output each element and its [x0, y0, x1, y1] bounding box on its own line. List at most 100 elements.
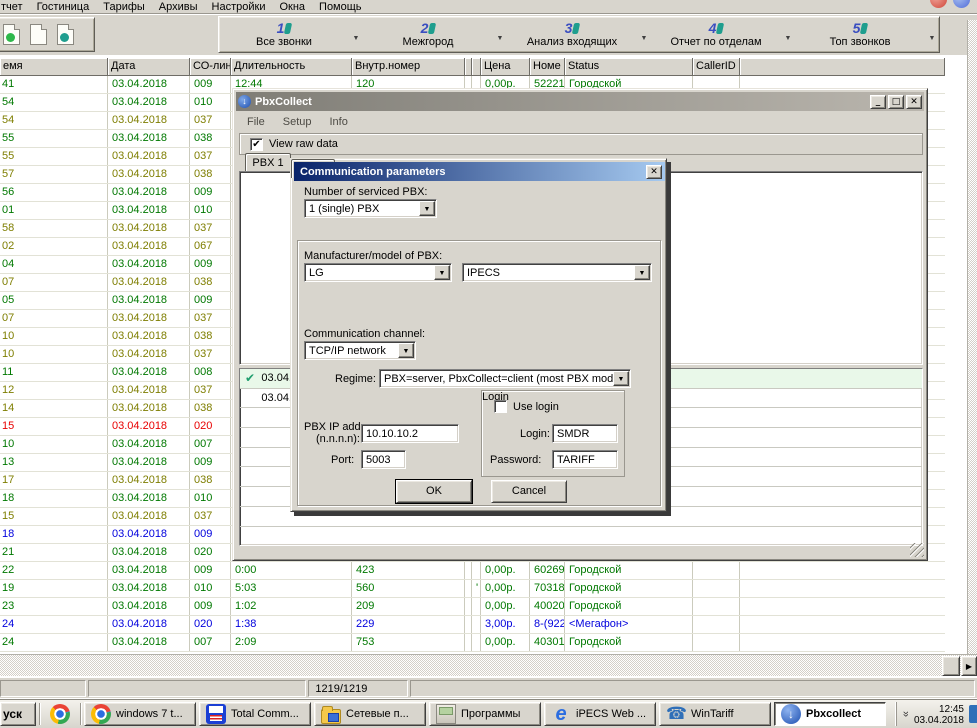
report-button[interactable]: 5Топ звонков	[795, 17, 925, 52]
manufacturer-select[interactable]: LG▼	[304, 263, 452, 282]
report-dropdown-arrow-icon[interactable]: ▼	[637, 27, 651, 42]
pbx-menu-item[interactable]: Setup	[283, 116, 312, 128]
resize-grip[interactable]	[910, 543, 924, 557]
ie-icon	[551, 704, 571, 724]
menubar-item[interactable]: Настройки	[205, 1, 273, 13]
column-header-ext[interactable]: Внутр.номер	[352, 58, 465, 76]
copy-report-icon[interactable]	[30, 24, 47, 45]
cell-date: 03.04.2018	[108, 616, 190, 633]
number-of-pbx-select[interactable]: 1 (single) PBX▼	[304, 199, 437, 218]
column-header-t2[interactable]	[472, 58, 481, 76]
pbxcollect-titlebar[interactable]: ↓ PbxCollect _ □ ✕	[236, 92, 924, 111]
start-button[interactable]: уск	[0, 702, 36, 726]
taskbar-button-folder[interactable]: Сетевые п...	[314, 702, 426, 726]
port-input[interactable]: 5003	[361, 450, 406, 469]
table-row[interactable]: 1903.04.20180105:03560'0,00р.70318Городс…	[0, 580, 945, 598]
report-button[interactable]: 2Межгород	[363, 17, 493, 52]
cell-date: 03.04.2018	[108, 508, 190, 525]
password-input[interactable]: TARIFF	[552, 450, 618, 469]
column-header-status[interactable]: Status	[565, 58, 693, 76]
cell-time: 13	[0, 454, 108, 471]
scrollbar-thumb[interactable]	[942, 656, 960, 676]
pbx-menu-item[interactable]: File	[247, 116, 265, 128]
report-dropdown-arrow-icon[interactable]: ▼	[349, 27, 363, 42]
table-row[interactable]: 2303.04.20180091:022090,00р.40020Городск…	[0, 598, 945, 616]
taskbar-button-box[interactable]: Программы	[429, 702, 541, 726]
cell-status: Городской	[565, 562, 693, 579]
model-select[interactable]: IPECS▼	[462, 263, 652, 282]
cell-t1	[465, 580, 472, 597]
column-header-date[interactable]: Дата	[108, 58, 190, 76]
column-header-line[interactable]: СО-лин	[190, 58, 231, 76]
scrollbar-right-arrow-icon[interactable]: ▶	[961, 656, 977, 676]
cell-line: 038	[190, 472, 231, 489]
pbx-maximize-icon[interactable]: □	[888, 95, 904, 109]
pbx-minimize-icon[interactable]: _	[870, 95, 886, 109]
table-row[interactable]: 2203.04.20180090:004230,00р.60269Городск…	[0, 562, 945, 580]
chevron-down-icon[interactable]: ▼	[434, 265, 450, 280]
report-button[interactable]: 1Все звонки	[219, 17, 349, 52]
hidden-icons-chevron-icon[interactable]: «	[900, 711, 912, 717]
cell-line: 038	[190, 166, 231, 183]
chevron-down-icon[interactable]: ▼	[398, 343, 414, 358]
chevron-down-icon[interactable]: ▼	[634, 265, 650, 280]
chevron-down-icon[interactable]: ▼	[613, 371, 629, 386]
taskbar-button-chrome[interactable]: windows 7 t...	[84, 702, 196, 726]
cell-caller	[693, 634, 740, 651]
print-report-icon[interactable]	[57, 24, 74, 45]
cell-price: 0,00р.	[481, 562, 530, 579]
cancel-button[interactable]: Cancel	[491, 480, 567, 503]
report-dropdown-arrow-icon[interactable]: ▼	[925, 27, 939, 42]
view-raw-data-checkbox[interactable]: ✔	[250, 138, 263, 151]
new-report-icon[interactable]	[3, 24, 20, 45]
menubar-item[interactable]: Гостиница	[30, 1, 97, 13]
taskbar-button-phone[interactable]: WinTariff	[659, 702, 771, 726]
column-header-price[interactable]: Цена	[481, 58, 530, 76]
pbxcollect-app-icon: ↓	[238, 95, 251, 108]
taskbar-divider	[80, 703, 81, 725]
channel-select[interactable]: TCP/IP network▼	[304, 341, 416, 360]
pbx-menu-item[interactable]: Info	[329, 116, 347, 128]
dialog-title: Communication parameters	[300, 166, 644, 178]
taskbar-button-pbx[interactable]: Pbxcollect	[774, 702, 886, 726]
column-header-t1[interactable]	[465, 58, 472, 76]
table-row[interactable]: 2403.04.20180072:097530,00р.40301Городск…	[0, 634, 945, 652]
column-header-dur[interactable]: Длительность	[231, 58, 352, 76]
menubar-item[interactable]: Архивы	[152, 1, 205, 13]
quick-launch-chrome-icon[interactable]	[43, 702, 77, 726]
column-header-fill[interactable]	[740, 58, 945, 76]
cell-ext: 209	[352, 598, 465, 615]
report-button[interactable]: 3Анализ входящих	[507, 17, 637, 52]
cell-time: 54	[0, 94, 108, 111]
horizontal-scrollbar[interactable]: ▶	[0, 654, 977, 676]
ok-button[interactable]: OK	[396, 480, 472, 503]
regime-select[interactable]: PBX=server, PbxCollect=client (most PBX …	[379, 369, 631, 388]
menubar-item[interactable]: Окна	[272, 1, 312, 13]
pbx1-tab[interactable]: PBX 1	[245, 153, 291, 172]
column-header-time[interactable]: емя	[0, 58, 108, 76]
menubar-item[interactable]: Помощь	[312, 1, 369, 13]
report-dropdown-arrow-icon[interactable]: ▼	[781, 27, 795, 42]
cell-line: 009	[190, 598, 231, 615]
pbx-ip-label: PBX IP address(n.n.n.n):	[304, 421, 360, 445]
column-header-num[interactable]: Номе	[530, 58, 565, 76]
chevron-down-icon[interactable]: ▼	[419, 201, 435, 216]
login-input[interactable]: SMDR	[552, 424, 618, 443]
cell-line: 008	[190, 364, 231, 381]
calls-table-header[interactable]: емяДатаСО-линДлительностьВнутр.номер Цена…	[0, 58, 945, 76]
taskbar-button-ie[interactable]: iPECS Web ...	[544, 702, 656, 726]
pbx-close-icon[interactable]: ✕	[906, 95, 922, 109]
menubar-item[interactable]: Тарифы	[96, 1, 152, 13]
table-row[interactable]: 2403.04.20180201:382293,00р.8-(922<Мегаф…	[0, 616, 945, 634]
use-login-checkbox[interactable]	[494, 400, 507, 413]
report-dropdown-arrow-icon[interactable]: ▼	[493, 27, 507, 42]
menubar-item[interactable]: тчет	[0, 1, 30, 13]
report-button[interactable]: 4Отчет по отделам	[651, 17, 781, 52]
dialog-titlebar[interactable]: Communication parameters ✕	[294, 162, 665, 181]
pbx-list-row[interactable]	[240, 527, 922, 547]
taskbar-button-floppy[interactable]: Total Comm...	[199, 702, 311, 726]
dialog-close-icon[interactable]: ✕	[646, 165, 662, 179]
vertical-scrollbar[interactable]	[967, 20, 977, 654]
pbx-ip-input[interactable]: 10.10.10.2	[361, 424, 459, 443]
column-header-caller[interactable]: CallerID	[693, 58, 740, 76]
